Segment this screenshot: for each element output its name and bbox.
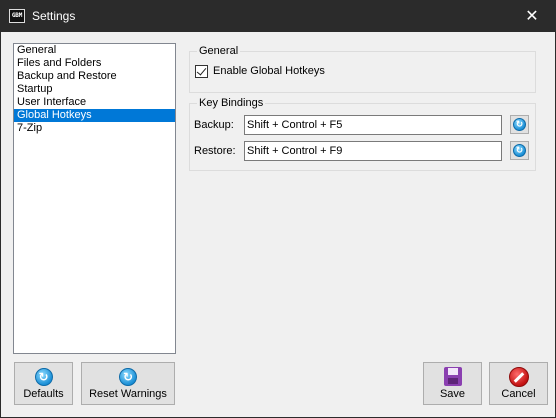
reset-restore-hotkey-button[interactable] <box>510 141 529 160</box>
key-bindings-groupbox: Key Bindings Backup: Restore: <box>189 97 536 171</box>
key-bindings-group-title: Key Bindings <box>197 97 266 110</box>
enable-global-hotkeys-checkbox[interactable] <box>195 65 208 78</box>
settings-category-list[interactable]: General Files and Folders Backup and Res… <box>13 43 176 354</box>
refresh-icon <box>34 368 53 386</box>
app-icon: GBM <box>9 9 25 23</box>
floppy-disk-icon <box>443 367 462 386</box>
nav-item-files-and-folders[interactable]: Files and Folders <box>14 57 175 70</box>
general-groupbox: General Enable Global Hotkeys <box>189 45 536 93</box>
nav-item-7zip[interactable]: 7-Zip <box>14 122 175 135</box>
nav-item-user-interface[interactable]: User Interface <box>14 96 175 109</box>
nav-item-general[interactable]: General <box>14 44 175 57</box>
save-button-label: Save <box>439 388 466 400</box>
refresh-icon <box>513 118 526 131</box>
backup-hotkey-label: Backup: <box>194 119 234 131</box>
cancel-icon <box>508 367 529 387</box>
nav-item-backup-and-restore[interactable]: Backup and Restore <box>14 70 175 83</box>
backup-hotkey-input[interactable] <box>244 115 502 135</box>
cancel-button-label: Cancel <box>501 388 536 400</box>
defaults-button[interactable]: Defaults <box>14 362 73 405</box>
settings-window: GBM Settings ✕ General Files and Folders… <box>0 0 556 418</box>
refresh-icon <box>119 368 137 386</box>
close-button[interactable]: ✕ <box>509 1 555 32</box>
defaults-button-label: Defaults <box>23 388 64 400</box>
reset-backup-hotkey-button[interactable] <box>510 115 529 134</box>
refresh-icon <box>513 144 526 157</box>
nav-item-startup[interactable]: Startup <box>14 83 175 96</box>
reset-warnings-button[interactable]: Reset Warnings <box>81 362 175 405</box>
cancel-button[interactable]: Cancel <box>489 362 548 405</box>
save-button[interactable]: Save <box>423 362 482 405</box>
window-title: Settings <box>32 9 76 23</box>
nav-item-global-hotkeys[interactable]: Global Hotkeys <box>14 109 175 122</box>
restore-hotkey-input[interactable] <box>244 141 502 161</box>
reset-warnings-button-label: Reset Warnings <box>89 388 167 400</box>
enable-global-hotkeys-label[interactable]: Enable Global Hotkeys <box>213 65 325 78</box>
title-bar: GBM Settings ✕ <box>1 1 555 32</box>
restore-hotkey-label: Restore: <box>194 145 236 157</box>
general-group-title: General <box>197 45 241 58</box>
